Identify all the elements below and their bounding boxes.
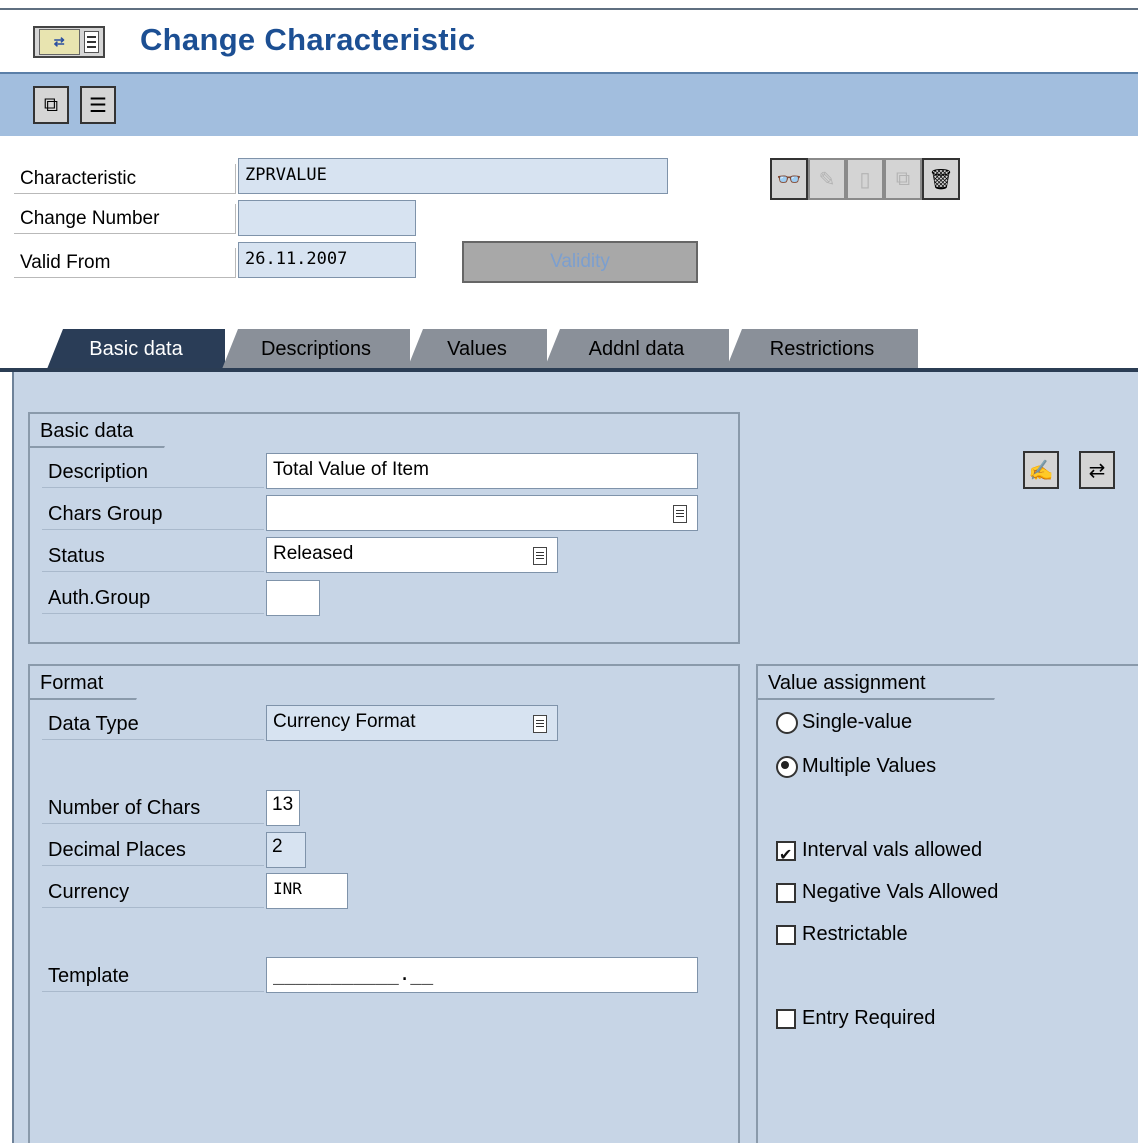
restrictable-label: Restrictable (802, 923, 908, 945)
interval-vals-checkbox[interactable] (776, 840, 796, 872)
basic-data-group-title: Basic data (30, 414, 180, 448)
data-type-label: Data Type (42, 708, 264, 740)
restrictable-checkbox[interactable] (776, 924, 796, 945)
template-field[interactable]: ___________.__ (266, 957, 698, 993)
dropdown-icon[interactable] (673, 505, 687, 523)
number-of-chars-field[interactable]: 13 (266, 790, 300, 826)
change-number-field[interactable] (238, 200, 416, 236)
multiple-values-label: Multiple Values (802, 755, 937, 777)
page-title: Change Characteristic (140, 22, 476, 57)
create-icon[interactable]: ▯ (846, 158, 884, 200)
negative-vals-label: Negative Vals Allowed (802, 881, 999, 903)
valid-from-label: Valid From (14, 248, 236, 278)
multiple-values-option[interactable]: Multiple Values (776, 750, 936, 782)
status-field[interactable]: Released (266, 537, 558, 573)
tab-descriptions[interactable]: Descriptions (222, 329, 410, 369)
interval-vals-option[interactable]: Interval vals allowed (776, 834, 983, 872)
negative-vals-option[interactable]: Negative Vals Allowed (776, 876, 998, 908)
auth-group-field[interactable] (266, 580, 320, 616)
single-value-radio[interactable] (776, 711, 798, 734)
classification-icon[interactable]: ☰ (80, 86, 116, 124)
decimal-places-field[interactable]: 2 (266, 832, 306, 868)
template-label: Template (42, 960, 264, 992)
title-top-line (0, 8, 1138, 10)
currency-label: Currency (42, 876, 264, 908)
tab-basic-data[interactable]: Basic data (47, 329, 225, 369)
description-field[interactable]: Total Value of Item (266, 453, 698, 489)
valid-from-field[interactable]: 26.11.2007 (238, 242, 416, 278)
delete-icon[interactable]: 🗑 (922, 158, 960, 200)
status-label: Status (42, 540, 264, 572)
switch-icon[interactable]: ⇄ (1079, 451, 1115, 489)
display-icon[interactable]: 👓 (770, 158, 808, 200)
characteristic-field[interactable]: ZPRVALUE (238, 158, 668, 194)
status-value: Released (273, 543, 354, 564)
sap-menu-button[interactable]: ⇄ (33, 26, 105, 58)
dropdown-icon[interactable] (533, 547, 547, 565)
characteristic-label: Characteristic (14, 164, 236, 194)
value-assignment-group-title: Value assignment (758, 666, 1010, 700)
multiple-values-radio[interactable] (776, 755, 798, 778)
interval-vals-label: Interval vals allowed (802, 839, 983, 861)
sap-menu-icon: ⇄ (39, 29, 80, 55)
entry-required-checkbox[interactable] (776, 1008, 796, 1029)
data-type-value: Currency Format (273, 711, 416, 732)
entry-required-label: Entry Required (802, 1007, 936, 1029)
number-of-chars-label: Number of Chars (42, 792, 264, 824)
chars-group-label: Chars Group (42, 498, 264, 530)
single-value-option[interactable]: Single-value (776, 706, 912, 738)
edit-text-icon[interactable]: ✍ (1023, 451, 1059, 489)
data-type-field[interactable]: Currency Format (266, 705, 558, 741)
other-characteristic-icon[interactable]: ⧉ (33, 86, 69, 124)
format-group-title: Format (30, 666, 152, 700)
chars-group-field[interactable] (266, 495, 698, 531)
copy-icon[interactable]: ⧉ (884, 158, 922, 200)
tab-addnl-data[interactable]: Addnl data (544, 329, 729, 369)
validity-button[interactable]: Validity (462, 241, 698, 283)
auth-group-label: Auth.Group (42, 582, 264, 614)
entry-required-option[interactable]: Entry Required (776, 1002, 935, 1034)
currency-field[interactable]: INR (266, 873, 348, 909)
change-number-label: Change Number (14, 204, 236, 234)
tab-restrictions[interactable]: Restrictions (726, 329, 918, 369)
list-icon (83, 31, 99, 53)
dropdown-icon[interactable] (533, 715, 547, 733)
restrictable-option[interactable]: Restrictable (776, 918, 908, 950)
change-icon[interactable]: ✎ (808, 158, 846, 200)
description-label: Description (42, 456, 264, 488)
application-toolbar (0, 74, 1138, 136)
decimal-places-label: Decimal Places (42, 834, 264, 866)
single-value-label: Single-value (802, 711, 913, 733)
negative-vals-checkbox[interactable] (776, 882, 796, 903)
object-icon-group: 👓 ✎ ▯ ⧉ 🗑 (770, 158, 960, 200)
tab-values[interactable]: Values (407, 329, 547, 369)
